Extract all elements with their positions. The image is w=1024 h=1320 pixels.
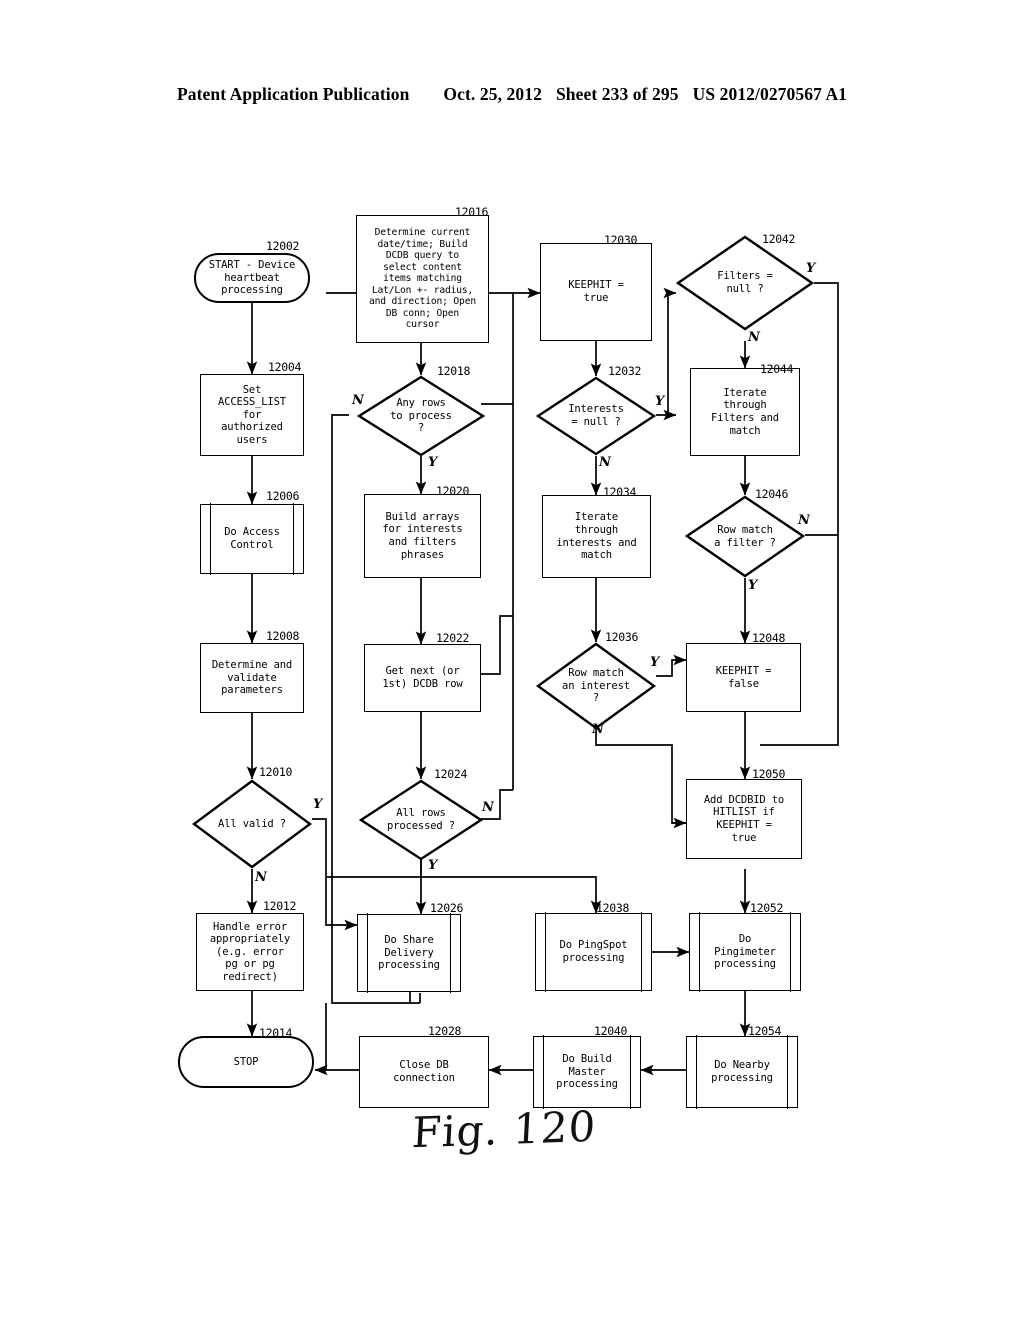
ref-12010: 12010 (259, 765, 293, 779)
branch-label-12010-no: N (255, 870, 267, 885)
branch-label-12042-no: N (748, 330, 760, 345)
branch-label-12042-yes: Y (806, 261, 816, 276)
ref-12044: 12044 (760, 362, 794, 376)
branch-label-12046-yes: Y (748, 578, 758, 593)
ref-12048: 12048 (752, 631, 786, 645)
ref-12018: 12018 (437, 364, 471, 378)
node-12052-label: Do Pingimeter processing (714, 933, 776, 971)
node-12026-label: Do Share Delivery processing (378, 934, 440, 972)
ref-12022: 12022 (436, 631, 470, 645)
node-12050-label: Add DCDBID to HITLIST if KEEPHIT = true (703, 793, 785, 844)
node-12042-label: Filters = null ? (717, 270, 773, 295)
node-12008-label: Determine and validate parameters (211, 659, 293, 697)
branch-label-12018-no: N (352, 393, 364, 408)
node-12004-set-access-list: Set ACCESS_LIST for authorized users (200, 374, 304, 456)
ref-12002: 12002 (266, 239, 300, 253)
figure-caption: Fig. 120 (410, 1101, 598, 1158)
ref-12032: 12032 (608, 364, 642, 378)
branch-label-12010-yes: Y (313, 797, 323, 812)
node-12014-stop: STOP (178, 1036, 314, 1088)
node-12046-row-match-filter: Row match a filter ? (685, 495, 805, 578)
node-12010-all-valid: All valid ? (192, 779, 312, 869)
ref-12030: 12030 (604, 233, 638, 247)
ref-12054: 12054 (748, 1024, 782, 1038)
ref-12006: 12006 (266, 489, 300, 503)
node-12024-label: All rows processed ? (387, 807, 455, 832)
node-12048-label: KEEPHIT = false (715, 664, 772, 690)
ref-12004: 12004 (268, 360, 302, 374)
ref-12038: 12038 (596, 901, 630, 915)
branch-label-12024-yes: Y (428, 858, 438, 873)
node-12004-label: Set ACCESS_LIST for authorized users (218, 383, 286, 446)
node-12036-row-match-interest: Row match an interest ? (536, 642, 656, 730)
node-12018-label: Any rows to process ? (390, 397, 452, 435)
branch-label-12032-no: N (599, 455, 611, 470)
node-12036-label: Row match an interest ? (562, 667, 630, 705)
node-12044-label: Iterate through Filters and match (711, 386, 779, 437)
flowchart-diagram: START - Device heartbeat processing 1200… (0, 0, 1024, 1320)
node-12054-label: Do Nearby processing (711, 1059, 773, 1084)
branch-label-12046-no: N (798, 513, 810, 528)
ref-12052: 12052 (750, 901, 784, 915)
node-12028-close-db-connection: Close DB connection (359, 1036, 489, 1108)
node-12034-iterate-interests: Iterate through interests and match (542, 495, 651, 578)
ref-12036: 12036 (605, 630, 639, 644)
node-12008-determine-validate: Determine and validate parameters (200, 643, 304, 713)
node-12032-label: Interests = null ? (568, 403, 624, 428)
node-12018-any-rows: Any rows to process ? (357, 375, 485, 457)
node-12016-build-dcdb-query: Determine current date/time; Build DCDB … (356, 215, 489, 343)
node-12002-label: START - Device heartbeat processing (208, 259, 296, 297)
branch-label-12024-no: N (482, 800, 494, 815)
ref-12014: 12014 (259, 1026, 293, 1040)
node-12012-handle-error: Handle error appropriately (e.g. error p… (196, 913, 304, 991)
node-12010-label: All valid ? (218, 817, 286, 830)
node-12006-label: Do Access Control (224, 526, 280, 551)
node-12028-label: Close DB connection (393, 1059, 455, 1084)
node-12016-label: Determine current date/time; Build DCDB … (369, 227, 476, 331)
node-12042-filters-null: Filters = null ? (676, 235, 814, 331)
node-12038-do-pingspot: Do PingSpot processing (535, 912, 652, 992)
node-12040-label: Do Build Master processing (556, 1053, 618, 1091)
node-12054-do-nearby: Do Nearby processing (686, 1035, 798, 1109)
node-12048-keephit-false: KEEPHIT = false (686, 643, 801, 712)
node-12030-label: KEEPHIT = true (568, 279, 624, 304)
node-12044-iterate-filters: Iterate through Filters and match (690, 368, 800, 456)
node-12052-do-pingimeter: Do Pingimeter processing (689, 912, 801, 992)
branch-label-12036-no: N (592, 722, 604, 737)
node-12050-add-dcdbid-hitlist: Add DCDBID to HITLIST if KEEPHIT = true (686, 779, 802, 859)
node-12026-do-share-delivery: Do Share Delivery processing (357, 913, 461, 993)
ref-12040: 12040 (594, 1024, 628, 1038)
ref-12008: 12008 (266, 629, 300, 643)
ref-12050: 12050 (752, 767, 786, 781)
ref-12016: 12016 (455, 205, 489, 219)
branch-label-12032-yes: Y (655, 394, 665, 409)
ref-12028: 12028 (428, 1024, 462, 1038)
node-12040-do-build-master: Do Build Master processing (533, 1035, 641, 1109)
node-12032-interests-null: Interests = null ? (536, 376, 656, 456)
node-12022-label: Get next (or 1st) DCDB row (382, 665, 463, 690)
node-12046-label: Row match a filter ? (714, 523, 776, 549)
ref-12034: 12034 (603, 485, 637, 499)
ref-12020: 12020 (436, 484, 470, 498)
node-12020-build-arrays: Build arrays for interests and filters p… (364, 494, 481, 578)
node-12014-label: STOP (233, 1055, 259, 1068)
node-12012-label: Handle error appropriately (e.g. error p… (209, 920, 291, 983)
ref-12046: 12046 (755, 487, 789, 501)
node-12038-label: Do PingSpot processing (559, 939, 628, 964)
branch-label-12018-yes: Y (428, 455, 438, 470)
ref-12026: 12026 (430, 901, 464, 915)
ref-12024: 12024 (434, 767, 468, 781)
ref-12042: 12042 (762, 232, 796, 246)
node-12034-label: Iterate through interests and match (556, 511, 637, 562)
node-12020-label: Build arrays for interests and filters p… (382, 510, 463, 561)
node-12030-keephit-true: KEEPHIT = true (540, 243, 652, 341)
ref-12012: 12012 (263, 899, 297, 913)
node-12006-do-access-control: Do Access Control (200, 503, 304, 575)
node-12024-all-rows-processed: All rows processed ? (359, 779, 483, 861)
branch-label-12036-yes: Y (650, 655, 660, 670)
node-12002-start: START - Device heartbeat processing (194, 253, 310, 303)
node-12022-get-next-row: Get next (or 1st) DCDB row (364, 644, 481, 712)
